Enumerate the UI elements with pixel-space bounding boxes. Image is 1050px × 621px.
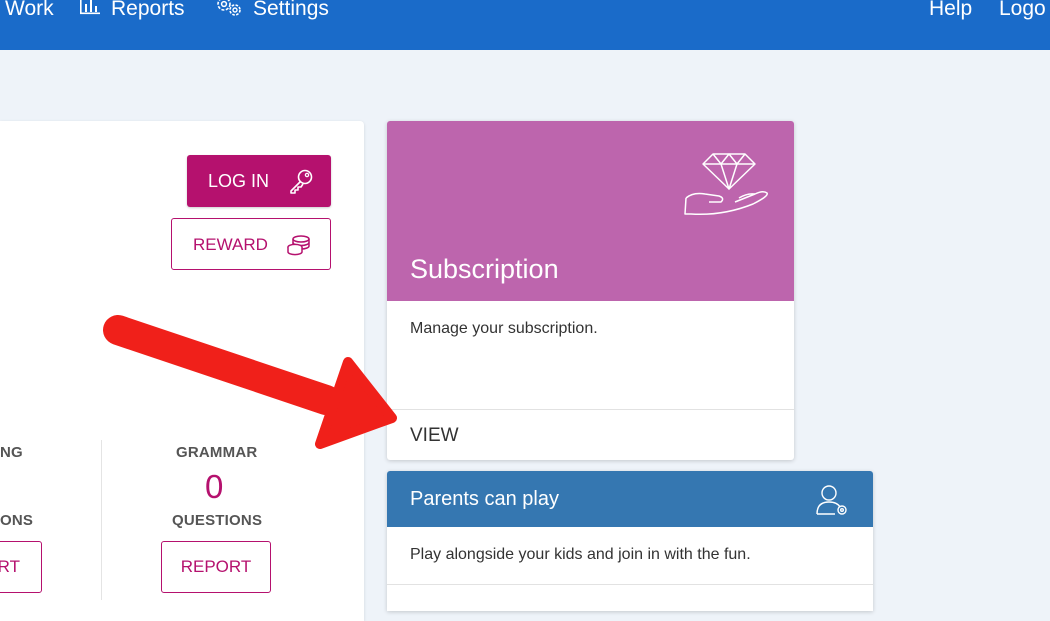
nav-logout[interactable]: Logo xyxy=(999,0,1046,24)
login-button[interactable]: LOG IN xyxy=(187,155,331,207)
nav-work-label: Work xyxy=(5,0,54,20)
subscription-view-link[interactable]: VIEW xyxy=(410,425,459,447)
gears-icon xyxy=(215,0,253,23)
nav-help[interactable]: Help xyxy=(929,0,972,24)
subscription-divider xyxy=(387,409,794,410)
bar-chart-icon xyxy=(79,0,111,22)
diamond-hand-icon xyxy=(683,146,773,223)
report-button-col1[interactable]: RT xyxy=(0,541,42,593)
nav-help-label: Help xyxy=(929,0,973,20)
top-navigation-bar: Work Reports Settings Help Logo xyxy=(0,0,1050,50)
key-icon xyxy=(288,168,314,199)
nav-work[interactable]: Work xyxy=(5,0,54,24)
coins-icon xyxy=(286,234,312,261)
subscription-card: Subscription Manage your subscription. V… xyxy=(387,121,794,460)
nav-reports[interactable]: Reports xyxy=(79,0,185,24)
report-button-grammar[interactable]: REPORT xyxy=(161,541,271,593)
stat-grammar-value: 0 xyxy=(205,468,224,505)
login-button-label: LOG IN xyxy=(208,170,270,191)
parents-divider xyxy=(387,584,873,585)
nav-reports-label: Reports xyxy=(111,0,185,20)
parents-title: Parents can play xyxy=(410,488,559,510)
reward-button[interactable]: REWARD xyxy=(171,218,331,270)
nav-settings[interactable]: Settings xyxy=(215,0,329,24)
stat-grammar-label: GRAMMAR xyxy=(176,444,258,461)
user-settings-icon xyxy=(815,483,851,522)
parents-card: Parents can play Play alongside your kid… xyxy=(387,471,873,611)
stat-grammar-sublabel: QUESTIONS xyxy=(172,512,263,529)
report-button-grammar-label: REPORT xyxy=(180,557,252,576)
parents-description: Play alongside your kids and join in wit… xyxy=(410,546,751,563)
report-button-col1-label: RT xyxy=(0,557,20,576)
reward-button-label: REWARD xyxy=(193,235,268,254)
subscription-title: Subscription xyxy=(410,254,559,284)
nav-logout-label: Logo xyxy=(999,0,1046,20)
subscription-description: Manage your subscription. xyxy=(410,320,598,337)
stats-divider xyxy=(101,440,102,600)
stat-col1-label: NG xyxy=(0,444,23,461)
stat-col1-sublabel: ONS xyxy=(0,512,34,529)
nav-settings-label: Settings xyxy=(253,0,329,20)
